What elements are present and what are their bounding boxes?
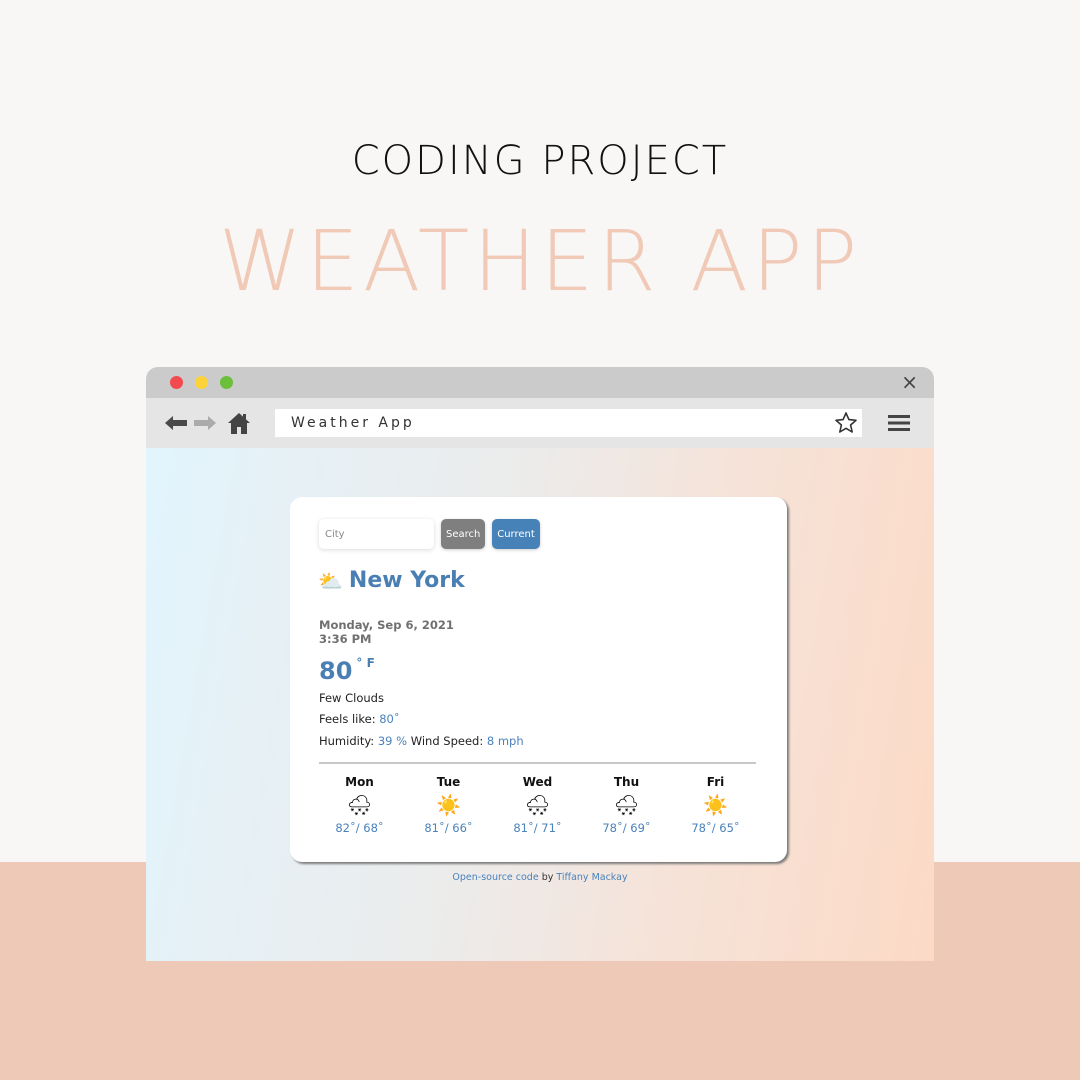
wind-value: 8 mph [486, 734, 524, 748]
city-input[interactable] [319, 519, 434, 549]
forecast-temps: 81˚/ 71˚ [513, 821, 562, 835]
divider [319, 762, 756, 764]
forecast-day-name: Wed [522, 775, 553, 789]
forecast-temps: 78˚/ 69˚ [602, 821, 651, 835]
author-link[interactable]: Tiffany Mackay [556, 872, 627, 883]
footer-credit: Open-source code by Tiffany Mackay [146, 872, 934, 883]
forecast-temps: 78˚/ 65˚ [691, 821, 740, 835]
city-heading: ⛅ New York [318, 568, 465, 593]
close-window-dot[interactable] [170, 376, 183, 389]
rain-snow-cloud-icon: 🌨 [346, 793, 373, 817]
sun-icon: ☀️ [436, 793, 461, 817]
footer-by: by [538, 872, 557, 883]
browser-titlebar: × [146, 367, 934, 398]
address-bar[interactable]: Weather App [275, 409, 862, 437]
back-arrow-icon[interactable] [164, 410, 188, 436]
close-icon[interactable]: × [901, 371, 918, 393]
forecast-day: Fri ☀️ 78˚/ 65˚ [671, 775, 760, 835]
current-location-button[interactable]: Current [492, 519, 540, 549]
poster-title: WEATHER APP [218, 212, 862, 310]
browser-window: × Weather App Search Current [146, 367, 934, 961]
wind-label: Wind Speed: [410, 734, 484, 748]
feels-like-value: 80˚ [379, 712, 400, 726]
temperature-value: 80 [319, 657, 353, 685]
feels-like-label: Feels like: [319, 712, 376, 726]
poster-headline: CODING PROJECT [351, 138, 729, 184]
weather-description: Few Clouds [319, 691, 384, 705]
rain-snow-cloud-icon: 🌨 [613, 793, 640, 817]
humidity-label: Humidity: [319, 734, 375, 748]
forecast-temps: 82˚/ 68˚ [335, 821, 384, 835]
home-icon[interactable] [227, 410, 251, 436]
temperature-unit[interactable]: ° F [356, 656, 374, 670]
current-time: 3:36 PM [319, 632, 372, 646]
page-viewport: Search Current ⛅ New York Monday, Sep 6,… [146, 448, 934, 961]
partly-cloudy-icon: ⛅ [318, 568, 343, 593]
weather-card: Search Current ⛅ New York Monday, Sep 6,… [290, 497, 787, 862]
hamburger-menu-icon[interactable] [888, 413, 910, 433]
rain-snow-cloud-icon: 🌨 [524, 793, 551, 817]
forecast-day: Wed 🌨 81˚/ 71˚ [493, 775, 582, 835]
forecast-day: Thu 🌨 78˚/ 69˚ [582, 775, 671, 835]
maximize-window-dot[interactable] [220, 376, 233, 389]
browser-toolbar: Weather App [146, 398, 934, 448]
bookmark-star-icon[interactable] [834, 411, 858, 435]
humidity-wind: Humidity: 39 % Wind Speed: 8 mph [319, 734, 524, 748]
forecast-day-name: Mon [345, 775, 374, 789]
forecast-day: Tue ☀️ 81˚/ 66˚ [404, 775, 493, 835]
minimize-window-dot[interactable] [195, 376, 208, 389]
date-time: Monday, Sep 6, 2021 3:36 PM [319, 618, 454, 646]
current-date: Monday, Sep 6, 2021 [319, 618, 454, 632]
forward-arrow-icon[interactable] [193, 410, 217, 436]
forecast-day: Mon 🌨 82˚/ 68˚ [315, 775, 404, 835]
forecast-day-name: Fri [706, 775, 725, 789]
open-source-link[interactable]: Open-source code [452, 872, 538, 883]
search-form: Search Current [319, 519, 540, 549]
sun-icon: ☀️ [703, 793, 728, 817]
forecast-day-name: Tue [436, 775, 461, 789]
city-name: New York [348, 568, 465, 593]
forecast-temps: 81˚/ 66˚ [424, 821, 473, 835]
feels-like: Feels like: 80˚ [319, 712, 400, 726]
humidity-value: 39 % [377, 734, 408, 748]
forecast: Mon 🌨 82˚/ 68˚ Tue ☀️ 81˚/ 66˚ Wed 🌨 81˚… [315, 775, 760, 835]
address-text: Weather App [291, 415, 415, 431]
current-temperature: 80 ° F [319, 656, 375, 685]
search-button[interactable]: Search [441, 519, 485, 549]
forecast-day-name: Thu [613, 775, 640, 789]
